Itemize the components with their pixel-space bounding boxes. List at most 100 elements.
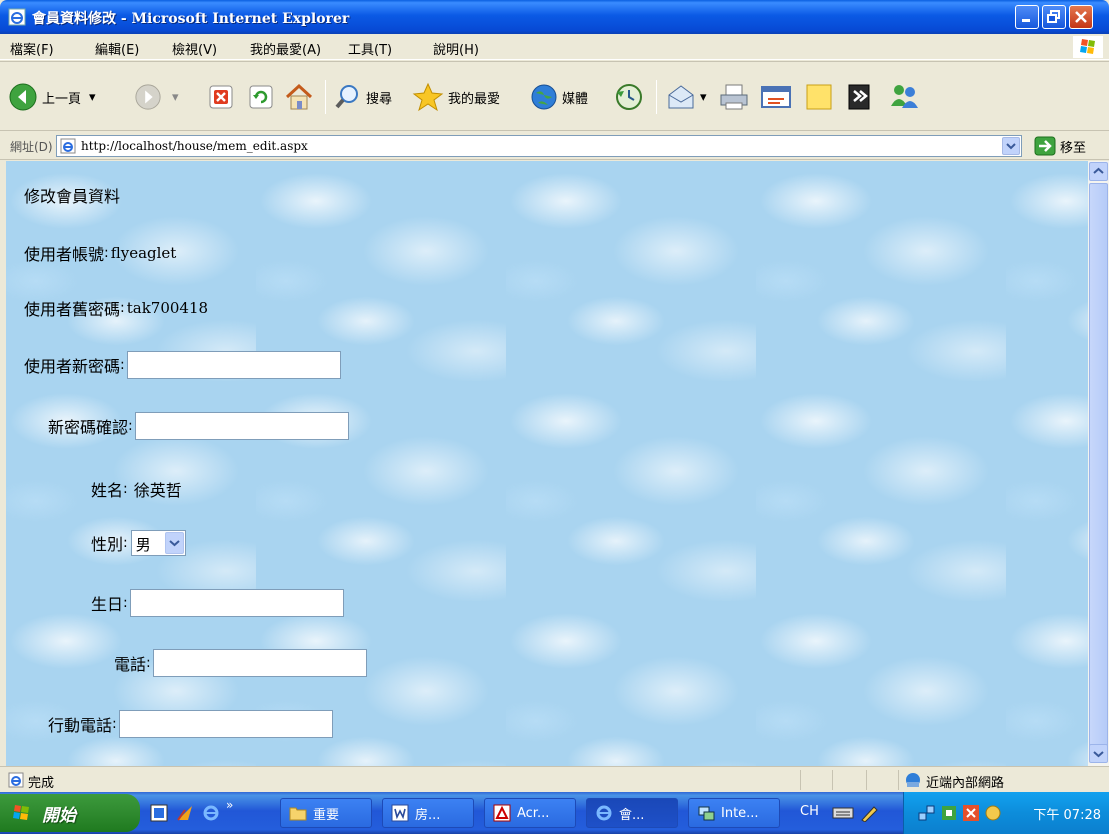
old-password-label: 使用者舊密碼 [24,300,121,319]
network-status-icon[interactable] [918,804,936,822]
stop-button[interactable] [208,72,234,122]
task-item-internet[interactable]: Inte... [688,798,780,828]
task-item-acrobat[interactable]: Acr... [484,798,576,828]
note-icon [806,84,832,110]
forward-dropdown-icon[interactable]: ▾ [172,90,179,105]
keyboard-icon[interactable] [832,805,854,821]
clock[interactable]: 下午 07:28 [1033,804,1101,823]
close-icon [1075,11,1087,23]
mail-button[interactable]: ▾ [666,72,707,122]
windows-logo-icon [1073,36,1103,58]
confirm-password-label: 新密碼確認 [48,418,129,437]
mobile-input[interactable] [118,710,333,738]
scroll-up-button[interactable] [1089,162,1108,181]
gender-select[interactable]: 男 [130,530,186,556]
task-item-folder[interactable]: 重要 [280,798,372,828]
search-button[interactable]: 搜尋 [334,72,392,122]
minimize-icon [1022,19,1030,22]
quicklaunch-more-icon[interactable]: » [226,798,233,812]
task-item-label: 會... [619,807,645,823]
media-button[interactable]: 媒體 [530,72,588,122]
address-url: http://localhost/house/mem_edit.aspx [81,139,308,153]
colon: : [112,716,117,732]
mail-dropdown-icon[interactable]: ▾ [700,90,707,105]
forward-arrow-icon [135,84,161,110]
tray-app-icon[interactable] [940,804,958,822]
refresh-button[interactable] [248,72,274,122]
local-intranet-icon [906,773,920,787]
show-desktop-icon[interactable] [150,804,168,822]
status-divider [866,770,867,790]
go-label: 移至 [1060,140,1087,156]
windows-logo-icon [13,805,29,820]
task-item-label: Inte... [721,805,759,821]
name-value: 徐英哲 [133,481,182,500]
menu-tools[interactable]: 工具(T) [348,39,392,58]
menu-file[interactable]: 檔案(F) [10,39,54,58]
birthday-label: 生日 [91,595,124,614]
input-language-indicator[interactable]: CH [800,804,819,819]
birthday-input[interactable] [129,589,344,617]
status-divider [832,770,833,790]
name-row: 姓名: 徐英哲 [91,477,182,501]
confirm-password-row: 新密碼確認: [48,412,349,440]
pen-icon[interactable] [860,804,880,822]
start-button[interactable]: 開始 [0,794,140,832]
status-bar: 完成 近端內部網路 [0,766,1109,792]
home-icon [285,83,313,110]
address-dropdown-button[interactable] [1002,137,1020,155]
security-alert-icon[interactable] [962,804,980,822]
quicklaunch-ie-icon[interactable] [202,804,220,822]
task-item-ie-active[interactable]: 會... [586,798,678,828]
menu-favorites[interactable]: 我的最愛(A) [250,39,321,58]
window-title: 會員資料修改 - Microsoft Internet Explorer [32,11,350,27]
close-button[interactable] [1069,5,1093,29]
task-item-label: Acr... [517,805,550,821]
quicklaunch-app-icon[interactable] [176,804,194,822]
minimize-button[interactable] [1015,5,1039,29]
ie-page-icon [8,772,24,788]
new-password-input[interactable] [126,351,341,379]
edit-button[interactable] [760,72,792,122]
restore-button[interactable] [1042,5,1066,29]
title-bar: 會員資料修改 - Microsoft Internet Explorer [0,0,1109,34]
back-dropdown-icon[interactable]: ▾ [89,90,96,105]
gender-dropdown-button[interactable] [164,532,184,554]
print-button[interactable] [718,72,750,122]
menu-view[interactable]: 檢視(V) [172,39,217,58]
back-button[interactable]: 上一頁 ▾ [8,72,96,122]
forward-button[interactable]: ▾ [134,72,179,122]
go-button[interactable]: 移至 [1034,136,1086,156]
vertical-scrollbar[interactable] [1088,161,1109,766]
task-item-label: 房... [415,807,441,823]
status-divider [898,770,899,790]
confirm-password-input[interactable] [134,412,349,440]
scroll-down-button[interactable] [1089,744,1108,763]
page-heading: 修改會員資料 [24,183,120,207]
word-doc-icon [391,804,409,822]
page-content: 修改會員資料 使用者帳號: flyeaglet 使用者舊密碼: tak70041… [6,161,1088,766]
ie-page-icon [8,8,26,26]
favorites-star-icon [412,82,444,112]
account-value: flyeaglet [110,244,177,262]
chevron-down-icon [169,540,180,547]
phone-input[interactable] [152,649,367,677]
home-button[interactable] [284,72,314,122]
history-button[interactable] [614,72,644,122]
mobile-label: 行動電話 [48,716,113,735]
menu-edit[interactable]: 編輯(E) [95,39,139,58]
research-button[interactable] [846,72,872,122]
messenger-button[interactable] [888,72,920,122]
colon: : [123,595,128,611]
discuss-button[interactable] [804,72,834,122]
task-item-word[interactable]: 房... [382,798,474,828]
volume-icon[interactable] [984,804,1002,822]
go-arrow-icon [1034,136,1056,156]
favorites-button[interactable]: 我的最愛 [412,72,500,122]
menu-help[interactable]: 說明(H) [433,39,479,58]
edit-page-icon [761,86,791,108]
address-input[interactable]: http://localhost/house/mem_edit.aspx [56,135,1022,157]
new-password-row: 使用者新密碼: [24,351,341,379]
scroll-thumb[interactable] [1089,183,1108,755]
chevron-down-icon [1093,751,1104,758]
